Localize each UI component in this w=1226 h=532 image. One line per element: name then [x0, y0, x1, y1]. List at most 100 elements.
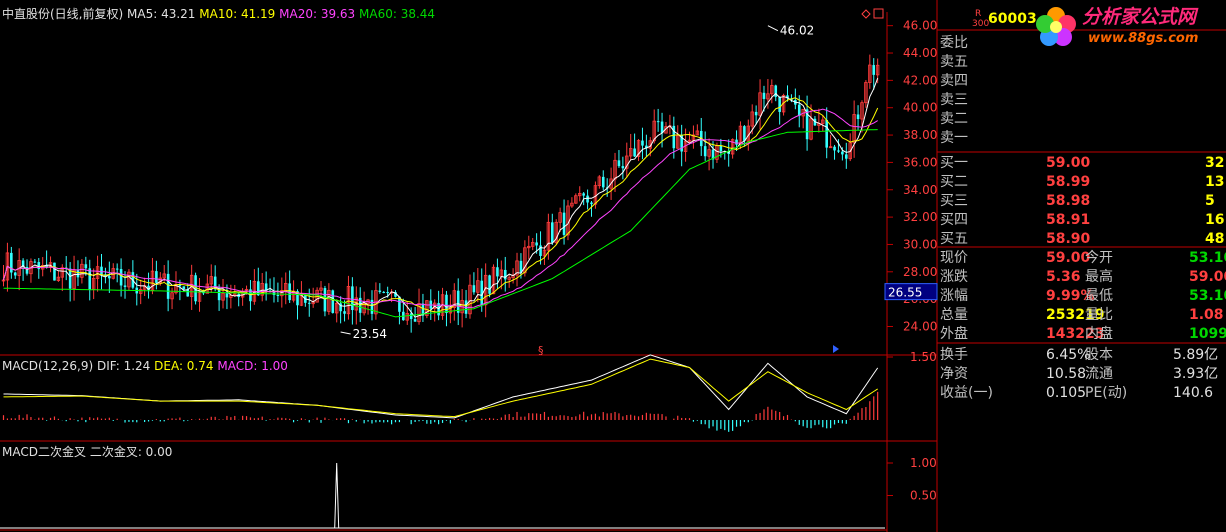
current-price-label: 26.55 — [888, 286, 922, 300]
stat2-label: 收益(一) — [940, 385, 993, 401]
high-annotation: 46.02 — [780, 24, 814, 38]
stat2-value: 0.105 — [1046, 385, 1087, 401]
candle — [503, 256, 507, 292]
macd-label: MACD: 1.00 — [217, 359, 288, 373]
buy-volume: 13 — [1205, 174, 1225, 190]
price-tick-label: 44.00 — [903, 46, 937, 60]
r-sub: 300 — [972, 19, 990, 29]
ma60-label: MA60: 38.44 — [359, 7, 436, 21]
candle — [56, 270, 61, 282]
buy-level-label: 买一 — [940, 155, 968, 171]
logo-text: 分析家公式网 — [1082, 6, 1197, 28]
price-tick-label: 36.00 — [903, 155, 937, 169]
candle — [346, 275, 351, 320]
buy-volume: 16 — [1205, 212, 1225, 228]
candle — [668, 114, 672, 135]
stat2-value: 140.6 — [1173, 385, 1214, 401]
candle — [331, 289, 335, 314]
candle — [468, 274, 472, 319]
logo-url: www.88gs.com — [1088, 31, 1199, 46]
buy-level-label: 买四 — [940, 212, 968, 228]
candle — [703, 131, 707, 161]
sell-level-label: 卖四 — [940, 73, 968, 89]
candle — [825, 107, 828, 159]
ma5-line — [3, 77, 879, 318]
candle — [558, 207, 562, 232]
low-annotation: 23.54 — [353, 327, 387, 341]
site-logo[interactable]: 分析家公式网 www.88gs.com — [1032, 2, 1226, 52]
candle — [770, 79, 774, 104]
candle — [868, 54, 872, 89]
sell-level-label: 卖五 — [940, 54, 968, 70]
dif-label: DIF: 1.24 — [96, 359, 151, 373]
price-tick-label: 24.00 — [903, 319, 937, 333]
price-tick-label: 30.00 — [903, 237, 937, 251]
buy-level-label: 买三 — [940, 193, 968, 209]
candle — [147, 272, 150, 299]
price-tick-label: 40.00 — [903, 101, 937, 115]
window-icon — [873, 8, 884, 19]
candle — [48, 256, 53, 273]
candle — [695, 124, 700, 136]
stat-label: 外盘 — [940, 326, 968, 342]
candle — [833, 144, 836, 160]
candle — [323, 285, 327, 317]
candle — [676, 125, 680, 149]
macd-bars — [2, 391, 879, 432]
stock-chart[interactable]: 46.00 44.00 42.00 40.00 38.00 36.00 34.00 32.00… — [0, 0, 1226, 532]
candle — [488, 274, 491, 298]
buy-volume: 5 — [1205, 193, 1215, 209]
candle — [801, 108, 805, 129]
stat-label: 现价 — [940, 250, 968, 266]
stat-value: 59.00 — [1046, 250, 1091, 266]
candle — [821, 115, 825, 132]
stat-label: 最低 — [1085, 288, 1113, 304]
candle — [491, 264, 496, 295]
macd-tick-label: 1.50 — [910, 350, 937, 364]
candle — [150, 257, 155, 295]
candle — [374, 282, 378, 320]
candle — [221, 278, 225, 309]
candle — [53, 262, 56, 281]
stat-value: 5.36 — [1046, 269, 1081, 285]
cross-tick-label: 0.50 — [910, 489, 937, 503]
candle — [633, 133, 636, 157]
stat-label: 总量 — [940, 307, 968, 323]
candle — [531, 237, 535, 251]
candle — [339, 296, 342, 324]
buy-level-label: 买二 — [940, 174, 968, 190]
candle — [645, 134, 648, 157]
ma10-label: MA10: 41.19 — [199, 7, 276, 21]
buy-volume: 3214 — [1205, 155, 1226, 171]
candle — [680, 124, 683, 167]
ma60-line — [3, 129, 878, 318]
candle — [264, 271, 268, 301]
candle — [311, 287, 315, 308]
candle — [252, 269, 257, 305]
candle — [629, 133, 633, 161]
candle — [601, 170, 605, 191]
candle — [699, 117, 703, 156]
buy-price: 58.98 — [1046, 193, 1091, 209]
candle — [307, 288, 311, 317]
candle — [334, 301, 339, 323]
price-tick-label: 32.00 — [903, 210, 937, 224]
candle — [641, 127, 644, 160]
candle — [111, 263, 115, 280]
candle — [21, 258, 25, 281]
candle — [551, 213, 554, 245]
buy-level-label: 买五 — [940, 231, 968, 247]
candle — [351, 277, 354, 325]
stock-code: 60003 — [988, 11, 1037, 27]
stat2-value: 3.93亿 — [1173, 366, 1219, 382]
candle — [786, 85, 789, 102]
arrow-right-icon — [833, 345, 839, 353]
candle — [72, 255, 76, 301]
diamond-icon — [861, 9, 871, 19]
stat2-label: 股本 — [1085, 347, 1113, 363]
candle — [13, 271, 17, 279]
candle — [25, 259, 29, 276]
candle — [621, 156, 625, 180]
buy-price: 58.90 — [1046, 231, 1091, 247]
candle — [304, 294, 307, 307]
